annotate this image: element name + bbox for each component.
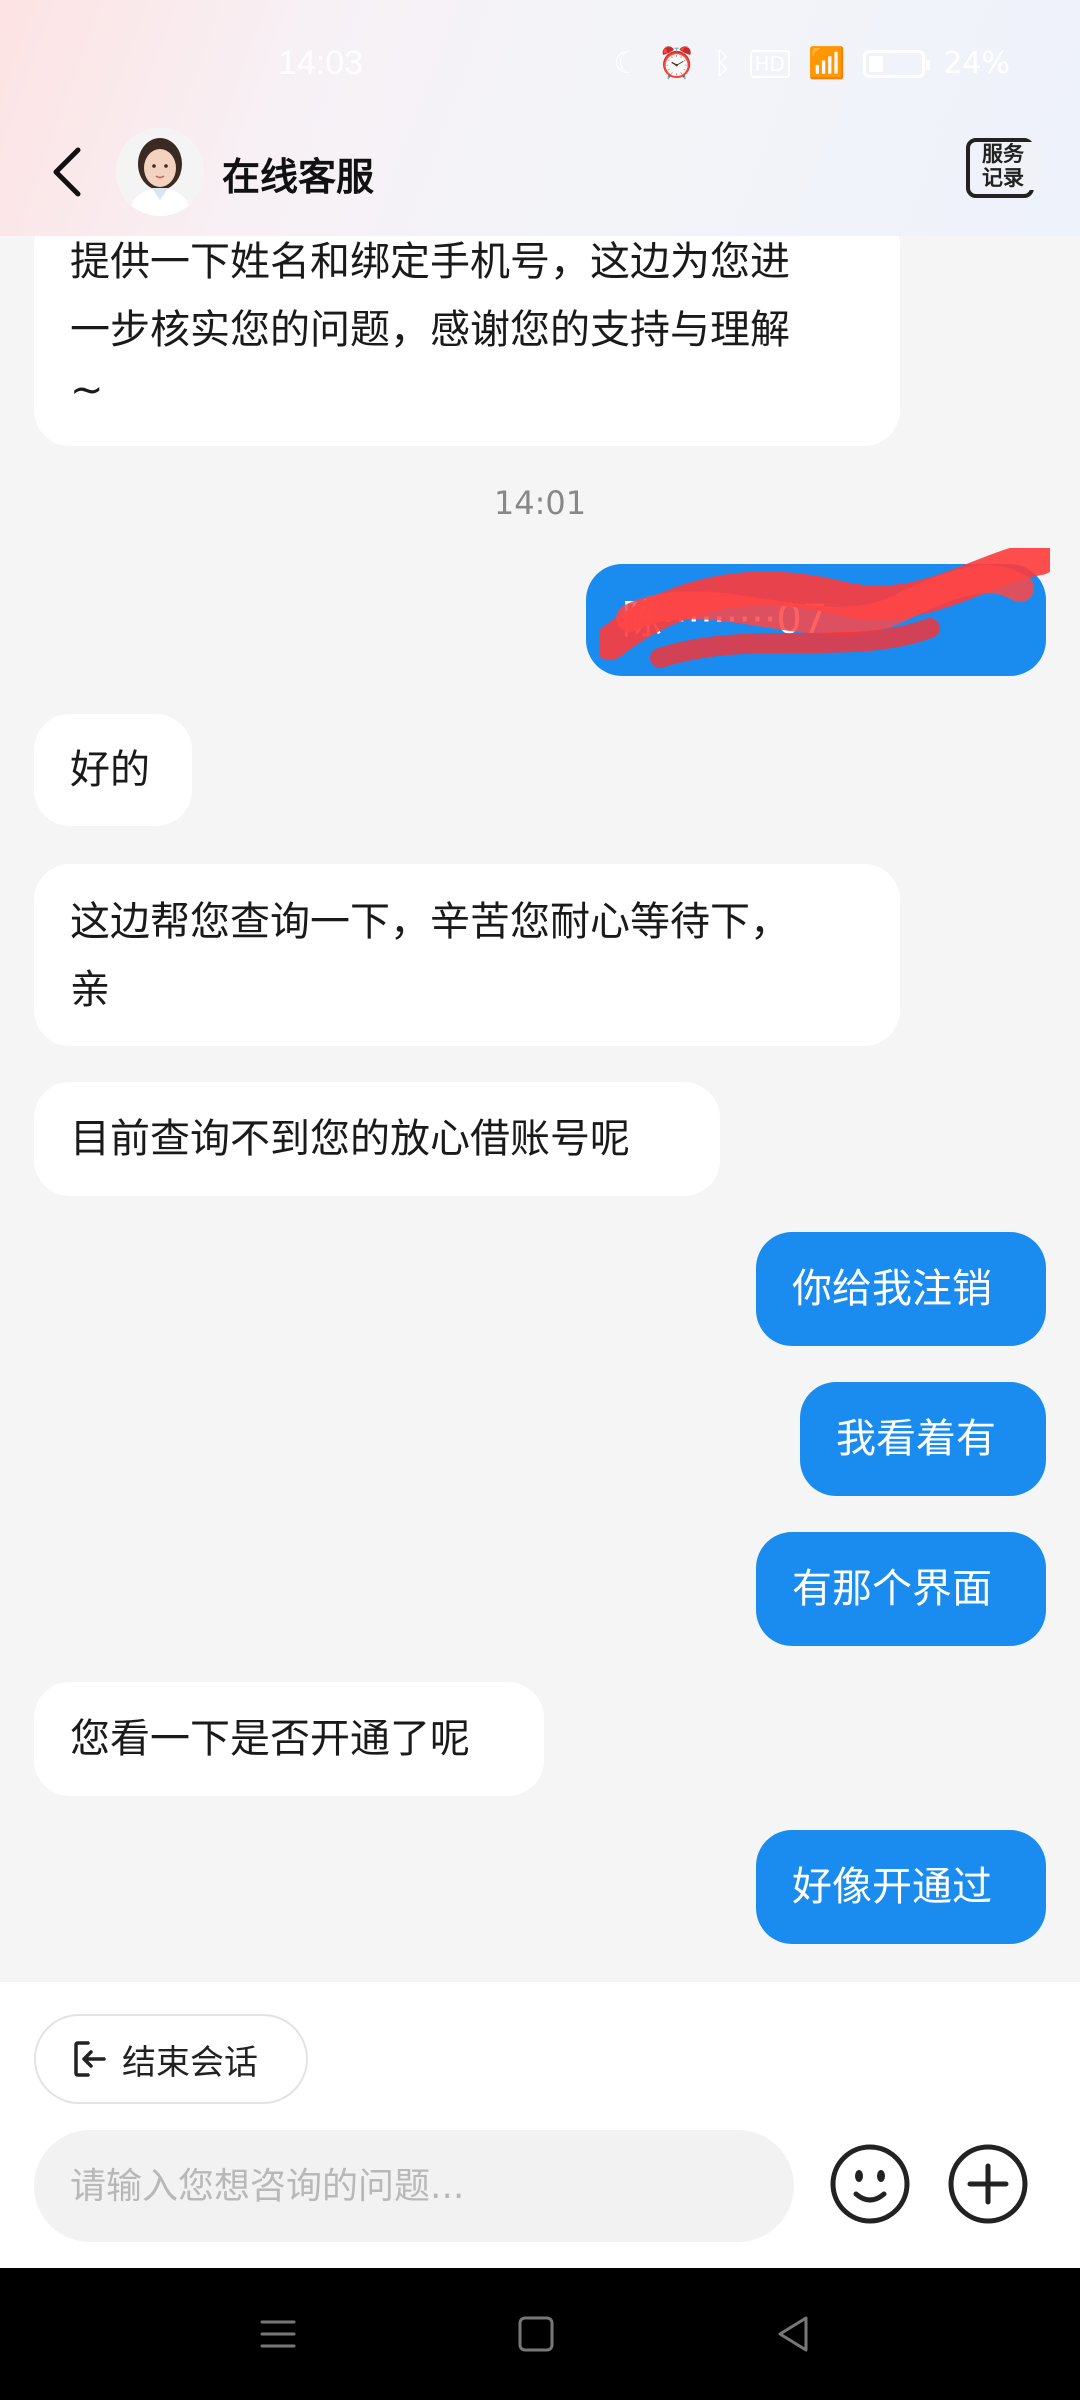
- status-icons: ☾ ⏰ ᛒ HD 📶 24%: [613, 46, 1010, 81]
- menu-icon[interactable]: [254, 2310, 302, 2358]
- message-bubble-user: 好像开通过: [756, 1830, 1046, 1944]
- message-text: 您看一下是否开通了呢: [70, 1716, 470, 1762]
- message-bubble-agent: 好的: [34, 714, 192, 826]
- signal-icon: 📶: [807, 46, 846, 81]
- message-text: 你给我注销: [792, 1266, 992, 1312]
- home-icon[interactable]: [512, 2310, 560, 2358]
- top-bar: 14:03 ☾ ⏰ ᛒ HD 📶 24% 在线客服 服务 记录: [0, 0, 1080, 236]
- message-text: 陈·········07: [622, 597, 828, 643]
- battery-percent: 24%: [943, 46, 1010, 81]
- service-record-label: 服务 记录: [982, 142, 1042, 190]
- chat-header: 在线客服 服务 记录: [0, 120, 1080, 230]
- end-session-button[interactable]: 结束会话: [34, 2014, 308, 2104]
- message-timestamp: 14:01: [493, 484, 587, 522]
- status-time: 14:03: [278, 44, 364, 82]
- message-bubble-user: 有那个界面: [756, 1532, 1046, 1646]
- message-text: 有那个界面: [792, 1566, 992, 1612]
- exit-icon: [74, 2041, 106, 2077]
- add-icon[interactable]: [946, 2142, 1030, 2226]
- back-arrow-icon[interactable]: [40, 142, 100, 202]
- message-bubble-agent: 这边帮您查询一下，辛苦您耐心等待下， 亲: [34, 864, 900, 1046]
- message-bubble-agent: 提供一下姓名和绑定手机号，这边为您进 一步核实您的问题，感谢您的支持与理解 ~: [34, 210, 900, 446]
- battery-icon: [863, 49, 931, 78]
- message-line: 一步核实您的问题，感谢您的支持与理解: [70, 307, 790, 353]
- back-triangle-icon[interactable]: [770, 2310, 818, 2358]
- hd-icon: HD: [749, 49, 790, 78]
- message-input[interactable]: [34, 2130, 794, 2242]
- message-text: 目前查询不到您的放心借账号呢: [70, 1116, 630, 1162]
- message-bubble-user: 陈·········07: [586, 564, 1046, 676]
- input-panel: 结束会话: [0, 1982, 1080, 2268]
- bluetooth-icon: ᛒ: [713, 46, 732, 81]
- message-line: 亲: [70, 967, 110, 1013]
- agent-avatar-image: [116, 128, 204, 216]
- emoji-icon[interactable]: [828, 2142, 912, 2226]
- message-text: 我看着有: [836, 1416, 996, 1462]
- message-text: 好的: [70, 747, 150, 793]
- message-line: 这边帮您查询一下，辛苦您耐心等待下，: [70, 899, 790, 945]
- moon-icon: ☾: [613, 46, 641, 81]
- message-text: 好像开通过: [792, 1864, 992, 1910]
- alarm-icon: ⏰: [658, 46, 696, 81]
- system-nav-bar: [0, 2268, 1080, 2400]
- end-session-label: 结束会话: [122, 2042, 258, 2083]
- message-bubble-agent: 目前查询不到您的放心借账号呢: [34, 1082, 720, 1196]
- chat-area[interactable]: 提供一下姓名和绑定手机号，这边为您进 一步核实您的问题，感谢您的支持与理解 ~ …: [0, 0, 1080, 1980]
- message-bubble-user: 你给我注销: [756, 1232, 1046, 1346]
- agent-avatar: [116, 128, 204, 216]
- message-line: ~: [70, 367, 104, 413]
- page-title: 在线客服: [222, 155, 375, 199]
- message-line: 提供一下姓名和绑定手机号，这边为您进: [70, 239, 790, 285]
- status-bar: 14:03 ☾ ⏰ ᛒ HD 📶 24%: [0, 36, 1080, 96]
- message-bubble-user: 我看着有: [800, 1382, 1046, 1496]
- service-record-button[interactable]: 服务 记录: [966, 138, 1042, 202]
- message-bubble-agent: 您看一下是否开通了呢: [34, 1682, 544, 1796]
